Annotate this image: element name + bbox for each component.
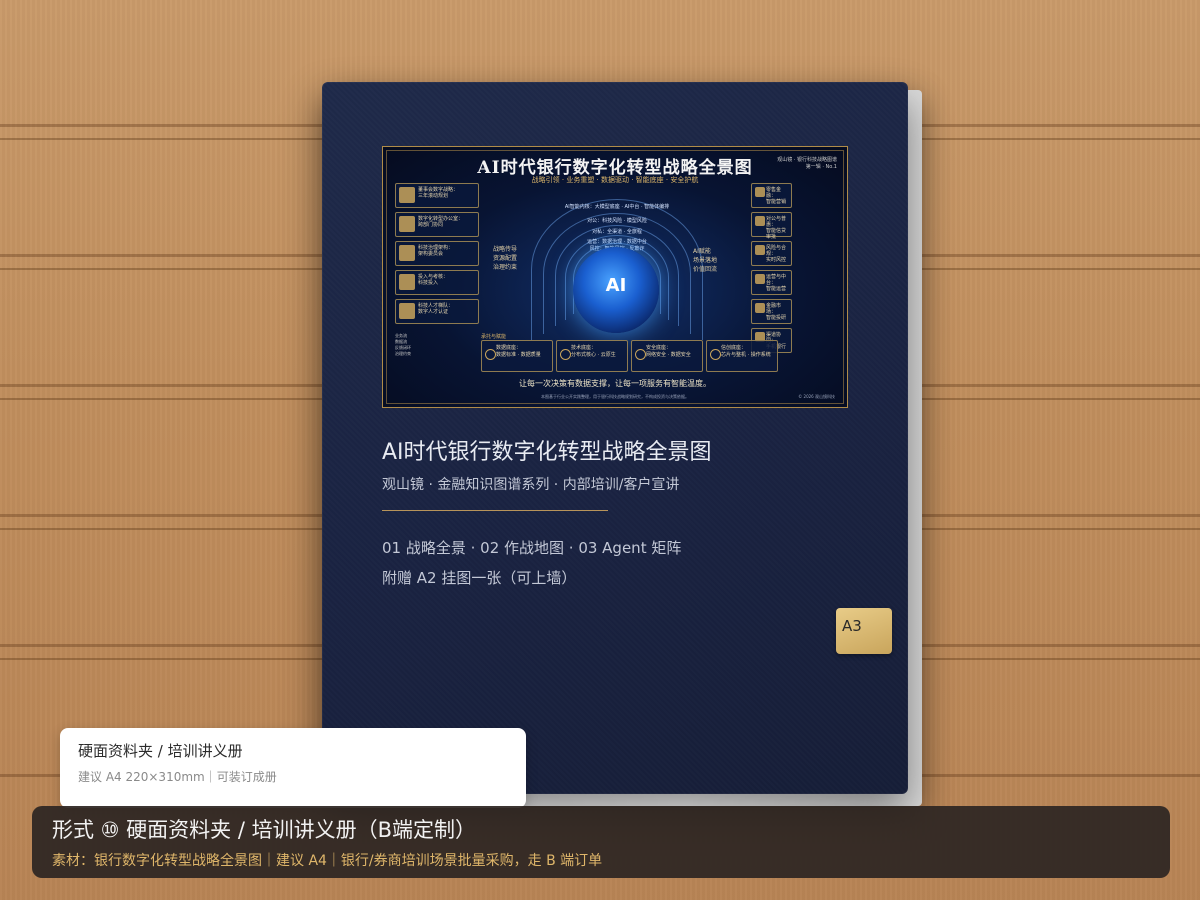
poster-legend: 业务流 数据流 反馈闭环 治理约束: [395, 333, 475, 357]
folder-gift-note: 附赠 A2 挂图一张（可上墙）: [382, 569, 577, 587]
poster-right-box: 对公与普惠： 智能信贷审批: [751, 212, 792, 240]
box-title: 对公与普惠：: [766, 216, 787, 228]
poster-left-box: 科技治理架构： 架构委员会: [395, 241, 479, 266]
legend-item: 治理约束: [395, 351, 411, 356]
shield-icon: [755, 245, 765, 255]
poster-left-box: 董事会数字战略： 三年滚动规划: [395, 183, 479, 208]
box-title: 数据底座：: [496, 345, 522, 351]
poster-foundation-box: 技术底座： 分布式核心 · 云原生: [556, 340, 628, 372]
box-desc: 芯片与整机 · 操作系统: [721, 352, 771, 358]
robot-icon: [755, 274, 765, 284]
caption-detail: 素材：银行数字化转型战略全景图｜建议 A4｜银行/券商培训场景批量采购，走 B …: [52, 853, 603, 869]
note-detail: 建议 A4 220×310mm｜可装订成册: [78, 770, 277, 784]
poster-preview: AI时代银行数字化转型战略全景图 战略引领 · 业务重塑 · 数据驱动 · 智能…: [382, 146, 848, 408]
arc-label: 对公：科技风险 · 模型风险: [587, 218, 647, 224]
box-desc: 智能投研: [766, 315, 787, 321]
people-icon: [399, 303, 415, 319]
board-icon: [399, 187, 415, 203]
box-desc: 架构委员会: [418, 251, 444, 257]
box-desc: 数据标准 · 数据质量: [496, 352, 541, 358]
box-desc: 科技投入: [418, 280, 439, 286]
spec-note-card: 硬面资料夹 / 培训讲义册 建议 A4 220×310mm｜可装订成册: [60, 728, 526, 808]
poster-ai-flow: AI赋能 场景落地 价值回流: [693, 248, 718, 273]
size-tag: A3: [836, 608, 892, 654]
poster-left-box: 数字化转型办公室： 跨部门协同: [395, 212, 479, 237]
caption-title: 形式 ⑩ 硬面资料夹 / 培训讲义册（B端定制）: [52, 818, 477, 842]
box-desc: 分布式核心 · 云原生: [571, 352, 616, 358]
poster-foundation-box: 数据底座： 数据标准 · 数据质量: [481, 340, 553, 372]
market-icon: [755, 303, 765, 313]
poster-copyright: © 2026 观山镜科技: [798, 394, 835, 399]
poster-footnote: 本图基于行业公开实践整理，用于银行科技战略规划研究，不构成投资与决策依据。: [541, 394, 689, 399]
box-title: 零售金融：: [766, 187, 782, 199]
lock-icon: [635, 349, 646, 360]
box-desc: 智能信贷审批: [766, 228, 787, 240]
poster-left-column: 董事会数字战略： 三年滚动规划 数字化转型办公室： 跨部门协同 科技治理架构： 架构委…: [395, 183, 479, 328]
box-desc: 智能营销: [766, 199, 787, 205]
box-desc: 智能运营: [766, 286, 787, 292]
caption-bar: 形式 ⑩ 硬面资料夹 / 培训讲义册（B端定制） 素材：银行数字化转型战略全景图…: [32, 806, 1170, 878]
poster-right-box: 风险与合规： 实时风控: [751, 241, 792, 266]
box-desc: 跨部门协同: [418, 222, 444, 228]
chip-icon: [710, 349, 721, 360]
database-icon: [485, 349, 496, 360]
box-title: 信创底座：: [721, 345, 747, 351]
box-title: 风险与合规：: [766, 245, 787, 257]
hardcover-folder: AI时代银行数字化转型战略全景图 战略引领 · 业务重塑 · 数据驱动 · 智能…: [322, 82, 908, 794]
arc-label: 对私：全渠道 · 全旅程: [592, 229, 642, 235]
poster-right-box: 零售金融： 智能营销: [751, 183, 792, 208]
box-title: 技术底座：: [571, 345, 597, 351]
poster-right-column: 零售金融： 智能营销 对公与普惠： 智能信贷审批 风险与合规： 实时风控 运营与中台： 智能…: [751, 183, 835, 357]
folder-chapters: 01 战略全景 · 02 作战地图 · 03 Agent 矩阵: [382, 539, 682, 557]
folder-title: AI时代银行数字化转型战略全景图: [382, 440, 712, 465]
poster-right-box: 金融市场： 智能投研: [751, 299, 792, 324]
box-desc: 实时风控: [766, 257, 787, 263]
cloud-icon: [560, 349, 571, 360]
poster-foundation-box: 安全底座： 网络安全 · 数据安全: [631, 340, 703, 372]
box-desc: 数字人才认证: [418, 309, 449, 315]
poster-left-box: 投入与考核： 科技投入: [395, 270, 479, 295]
poster-right-box: 运营与中台： 智能运营: [751, 270, 792, 295]
box-title: 安全底座：: [646, 345, 672, 351]
poster-corner-text: 观山镜 · 银行科技战略图谱 第一辑 · No.1: [777, 157, 837, 170]
poster-slogan: 让每一次决策有数据支撑，让每一项服务有智能温度。: [519, 379, 711, 388]
poster-foundation-box: 信创底座： 芯片与整机 · 操作系统: [706, 340, 778, 372]
retail-icon: [755, 187, 765, 197]
box-desc: 三年滚动规划: [418, 193, 449, 199]
note-title: 硬面资料夹 / 培训讲义册: [78, 742, 243, 760]
folder-subtitle: 观山镜 · 金融知识图谱系列 · 内部培训/客户宣讲: [382, 477, 680, 493]
globe-label: AI: [605, 275, 627, 296]
size-tag-label: A3: [842, 617, 862, 635]
poster-strategy-flow: 战略传导 资源配置 治理约束: [493, 246, 518, 271]
box-title: 运营与中台：: [766, 274, 787, 286]
governance-icon: [399, 245, 415, 261]
gold-divider: [382, 510, 608, 511]
support-label: 承托与赋能: [481, 334, 507, 340]
corporate-icon: [755, 216, 765, 226]
office-icon: [399, 216, 415, 232]
box-desc: 网络安全 · 数据安全: [646, 352, 691, 358]
box-title: 金融市场：: [766, 303, 782, 315]
poster-foundations: 承托与赋能 数据底座： 数据标准 · 数据质量 技术底座： 分布式核心 · 云原生 安全…: [481, 333, 785, 372]
arc-label: AI智能内核：大模型底座 · AI中台 · 智能体编排: [564, 204, 670, 210]
poster-left-box: 科技人才梯队： 数字人才认证: [395, 299, 479, 324]
chart-icon: [399, 274, 415, 290]
ai-globe: AI: [573, 247, 659, 333]
